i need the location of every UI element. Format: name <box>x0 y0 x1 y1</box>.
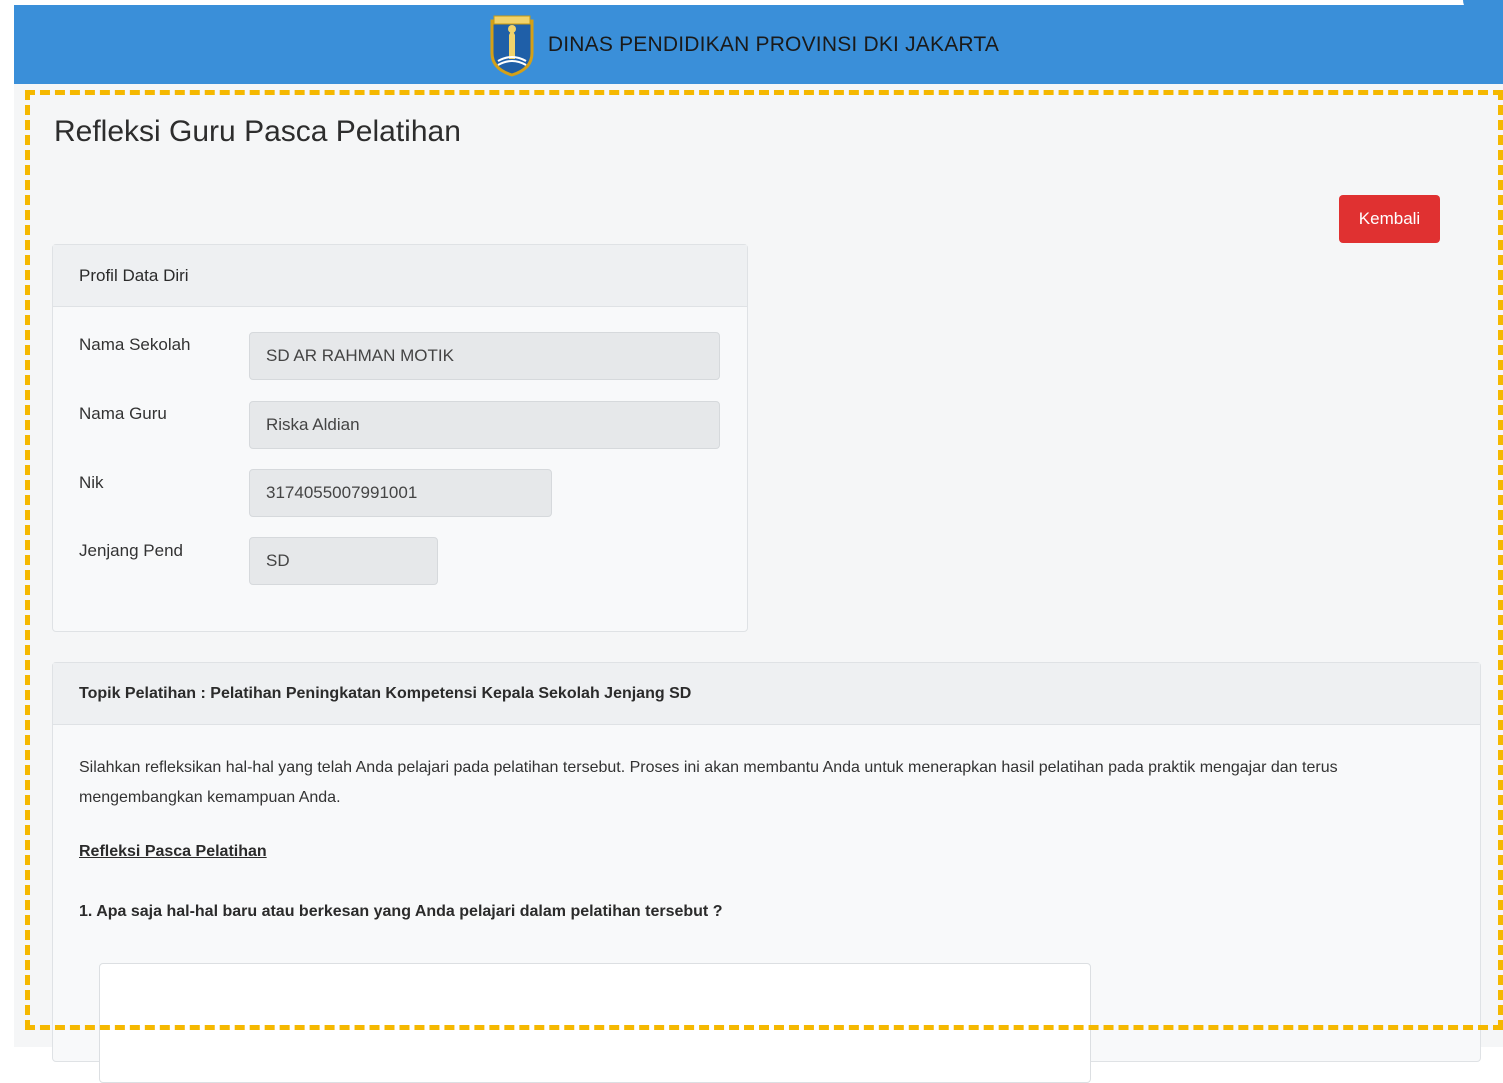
answer-1-input[interactable] <box>99 963 1091 1083</box>
topic-card-header: Topik Pelatihan : Pelatihan Peningkatan … <box>53 663 1480 725</box>
back-button[interactable]: Kembali <box>1339 195 1440 243</box>
label-nama-guru: Nama Guru <box>79 404 167 423</box>
nama-sekolah-field[interactable]: SD AR RAHMAN MOTIK <box>249 332 720 380</box>
page-title: Refleksi Guru Pasca Pelatihan <box>54 115 461 148</box>
header-title: DINAS PENDIDIKAN PROVINSI DKI JAKARTA <box>547 32 1000 56</box>
left-margin <box>0 0 14 1047</box>
label-nama-sekolah: Nama Sekolah <box>79 335 191 354</box>
profile-card: Profil Data Diri Nama Sekolah SD AR RAHM… <box>52 244 748 632</box>
topic-card: Topik Pelatihan : Pelatihan Peningkatan … <box>52 662 1481 1083</box>
dki-jakarta-crest-icon <box>490 15 534 77</box>
label-jenjang-pend: Jenjang Pend <box>79 541 183 560</box>
brand: DINAS PENDIDIKAN PROVINSI DKI JAKARTA <box>488 13 999 77</box>
topic-description: Silahkan refleksikan hal-hal yang telah … <box>79 759 1338 806</box>
nama-guru-field[interactable]: Riska Aldian <box>249 401 720 449</box>
section-title: Refleksi Pasca Pelatihan <box>79 843 267 860</box>
label-nik: Nik <box>79 473 104 492</box>
jenjang-pend-field[interactable]: SD <box>249 537 438 585</box>
top-header-bar: DINAS PENDIDIKAN PROVINSI DKI JAKARTA <box>14 5 1503 84</box>
nik-field[interactable]: 3174055007991001 <box>249 469 552 517</box>
profile-card-header: Profil Data Diri <box>53 245 747 307</box>
question-1: 1. Apa saja hal-hal baru atau berkesan y… <box>79 903 723 920</box>
